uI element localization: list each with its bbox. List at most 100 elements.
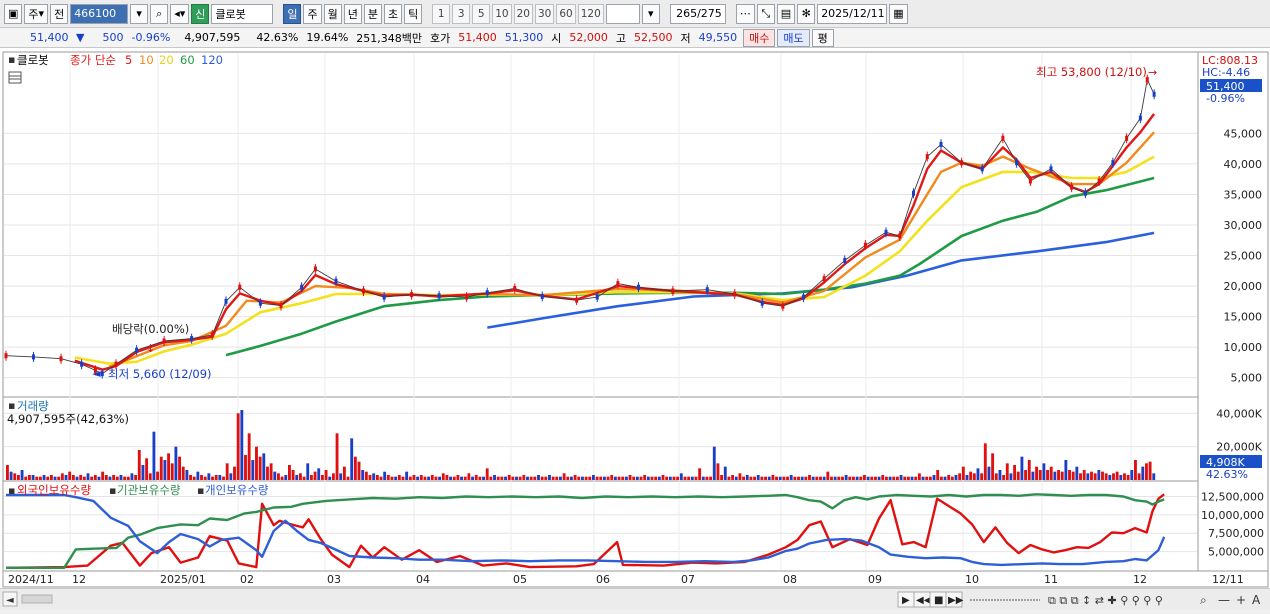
volume-bar — [1016, 471, 1020, 480]
volume-bar — [548, 475, 551, 480]
crosshair-icon[interactable]: ⋯ — [735, 3, 755, 24]
chart-toolbar: ▣ 주 ▾ 전 466100 ▾ ⌕ ◂▾ 신 클로봇 일 주 월 년 분 초 … — [0, 0, 1270, 28]
volume-bar — [1053, 471, 1057, 480]
table-toggle-icon[interactable] — [8, 71, 22, 84]
stock-code-input[interactable]: 466100 — [70, 3, 129, 24]
period-year-button[interactable]: 년 — [343, 3, 362, 24]
zoom-out-icon[interactable]: — — [1218, 593, 1230, 607]
auto-scale-icon[interactable]: A — [1252, 593, 1261, 607]
interval-3[interactable]: 3 — [452, 3, 471, 24]
volume-bar — [324, 470, 328, 480]
period-week-button[interactable]: 주 — [303, 3, 322, 24]
volume-bar — [635, 476, 639, 480]
price-candle — [705, 287, 709, 293]
calendar-icon[interactable]: ▦ — [889, 3, 908, 24]
volume-bar — [921, 476, 925, 480]
market-type-select[interactable]: 주 ▾ — [24, 3, 49, 24]
interval-1[interactable]: 1 — [432, 3, 451, 24]
price-candle — [822, 276, 826, 282]
period-minute-button[interactable]: 분 — [363, 3, 382, 24]
volume-bar — [1119, 475, 1123, 480]
stock-chart-svg[interactable]: 5,000 10,000 15,000 20,000 25,000 30,000 35,00… — [0, 48, 1270, 588]
buy-button[interactable]: 매수 — [743, 28, 776, 47]
tool-icons[interactable]: ⧉ ⧉ ⧉ ↕ ⇄ ✚ ⚲ ⚲ ⚲ ⚲ — [1048, 594, 1163, 607]
volume-bar — [1020, 456, 1024, 480]
volume-bar — [841, 476, 844, 480]
volume-bar — [419, 475, 423, 480]
price-candle — [334, 278, 338, 284]
volume-bar — [661, 475, 665, 480]
volume-bar — [482, 476, 485, 480]
trade-volume: 4,907,595 — [184, 31, 241, 44]
interval-dropdown-icon[interactable]: ▾ — [641, 3, 660, 24]
x-tick-label: 07 — [681, 573, 695, 586]
prev-button[interactable]: 전 — [50, 3, 69, 24]
volume-bar — [621, 476, 625, 480]
eval-button[interactable]: 평 — [811, 28, 834, 47]
price-candle — [1152, 91, 1156, 97]
volume-bar — [463, 476, 467, 480]
volume-bar — [145, 458, 149, 480]
code-dropdown-icon[interactable]: ▾ — [130, 3, 149, 24]
volume-bar — [328, 476, 332, 480]
volume-tick-label: 40,000K — [1216, 407, 1262, 420]
volume-bar — [767, 476, 771, 480]
interval-10[interactable]: 10 — [492, 3, 512, 24]
speaker-icon[interactable]: ◂▾ — [170, 3, 190, 24]
price-candle — [575, 297, 579, 303]
stock-name-field[interactable]: 클로봇 — [211, 3, 274, 24]
volume-bar — [650, 476, 654, 480]
search-icon[interactable]: ⌕ — [150, 3, 169, 24]
volume-bar — [284, 475, 288, 480]
volume-bar — [709, 476, 713, 480]
save-icon[interactable]: ▤ — [776, 3, 796, 24]
gear-icon[interactable]: ✻ — [797, 3, 816, 24]
volume-bar — [218, 475, 222, 480]
volume-bar — [906, 476, 910, 480]
volume-bar — [1097, 470, 1101, 480]
volume-bar — [60, 473, 64, 480]
volume-bar — [551, 476, 555, 480]
zoom-search-icon[interactable]: ⌕ — [1200, 593, 1207, 607]
period-month-button[interactable]: 월 — [323, 3, 342, 24]
volume-bar — [943, 476, 947, 480]
price-candle — [224, 298, 228, 304]
period-second-button[interactable]: 초 — [383, 3, 403, 24]
price-candle — [135, 347, 139, 353]
date-input[interactable]: 2025/12/11 — [817, 3, 888, 24]
volume-bar — [965, 475, 969, 480]
price-candle — [898, 233, 902, 239]
interval-30[interactable]: 30 — [534, 3, 555, 24]
volume-bar — [701, 476, 705, 480]
price-candle — [1070, 184, 1074, 190]
price-change: 500 — [102, 31, 124, 44]
dividend-arrow-icon: ↓ — [146, 342, 155, 355]
chart-window-icon[interactable]: ▣ — [4, 3, 23, 24]
interval-custom-input[interactable] — [605, 3, 640, 24]
volume-bar — [233, 466, 236, 480]
volume-bar — [694, 476, 698, 480]
count-field[interactable]: 265/275 — [669, 3, 726, 24]
volume-bar — [628, 475, 632, 480]
chart-area[interactable]: 5,000 10,000 15,000 20,000 25,000 30,000 35,00… — [0, 48, 1270, 588]
resize-icon[interactable]: ⤡ — [756, 3, 775, 24]
volume-bar — [778, 476, 782, 480]
price-candle — [843, 257, 847, 263]
interval-120[interactable]: 120 — [577, 3, 604, 24]
interval-5[interactable]: 5 — [472, 3, 491, 24]
volume-bar — [529, 476, 533, 480]
scroll-thumb[interactable] — [21, 594, 53, 604]
chart-scrollbar[interactable]: ◄ ▶ ◀◀ ■ ▶▶ ⧉ ⧉ ⧉ ↕ ⇄ ✚ ⚲ ⚲ ⚲ ⚲ ⌕ — + A — [0, 588, 1270, 610]
x-tick-label: 2024/11 — [8, 573, 54, 586]
zoom-in-icon[interactable]: + — [1236, 593, 1246, 607]
period-day-button[interactable]: 일 — [283, 3, 302, 24]
interval-20[interactable]: 20 — [513, 3, 533, 24]
volume-bar — [247, 433, 251, 480]
volume-bar — [742, 476, 746, 480]
volume-bar — [888, 476, 892, 480]
period-tick-button[interactable]: 틱 — [404, 3, 423, 24]
volume-bar — [972, 473, 976, 480]
interval-60[interactable]: 60 — [556, 3, 576, 24]
volume-bar — [606, 476, 610, 480]
sell-button[interactable]: 매도 — [777, 28, 810, 47]
